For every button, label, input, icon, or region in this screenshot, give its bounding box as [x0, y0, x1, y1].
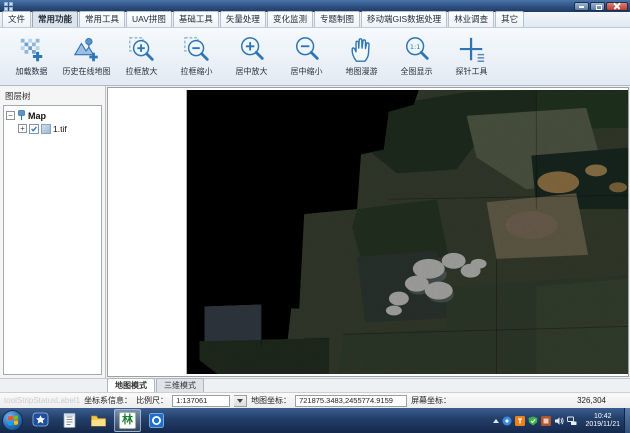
- status-placeholder-label: toolStripStatusLabel1: [4, 396, 80, 405]
- windows-taskbar: 林 10:42 2019/11/21: [0, 408, 630, 433]
- probe-tool-button[interactable]: 探针工具: [444, 31, 499, 83]
- taskbar-app-forestry-gis[interactable]: 林: [114, 409, 141, 432]
- tab-3d-mode[interactable]: 三维模式: [156, 378, 204, 392]
- main-area: 图层树 − Map + 1.tif: [0, 86, 630, 378]
- screen-coordinate-label: 屏幕坐标：: [411, 395, 451, 406]
- load-data-icon: [18, 36, 46, 64]
- status-bar: toolStripStatusLabel1 坐标系信息： 比例尺： 1:1370…: [0, 392, 630, 408]
- volume-icon[interactable]: [554, 416, 564, 426]
- center-zoom-in-button[interactable]: 居中放大: [224, 31, 279, 83]
- expand-toggle-icon[interactable]: +: [18, 124, 27, 133]
- menu-tab-file[interactable]: 文件: [2, 11, 31, 27]
- box-zoom-in-button[interactable]: 拉框放大: [114, 31, 169, 83]
- layer-panel-title: 图层树: [0, 86, 105, 105]
- menu-tab-thematic-mapping[interactable]: 专题制图: [314, 11, 360, 27]
- tab-map-mode[interactable]: 地图模式: [107, 378, 155, 392]
- scale-dropdown-arrow[interactable]: [234, 395, 247, 407]
- layer-item-label: 1.tif: [53, 124, 67, 134]
- center-zoom-out-button[interactable]: 居中缩小: [279, 31, 334, 83]
- box-zoom-out-button[interactable]: 拉框缩小: [169, 31, 224, 83]
- star-app-icon: [32, 412, 49, 429]
- windows-logo-icon: [8, 415, 18, 425]
- layer-root-label: Map: [28, 111, 46, 121]
- history-online-map-button[interactable]: 历史在线地图: [59, 31, 114, 83]
- toolbar-button-label: 居中放大: [236, 66, 268, 77]
- taskbar-app-explorer[interactable]: [85, 409, 112, 432]
- center-zoom-out-icon: [293, 36, 321, 64]
- taskbar-app-star[interactable]: [27, 409, 54, 432]
- box-zoom-in-icon: [128, 36, 156, 64]
- map-coordinate-label: 地图坐标：: [251, 395, 291, 406]
- notepad-app-icon: [61, 412, 78, 429]
- network-icon[interactable]: [567, 416, 577, 426]
- menu-tab-common-tools[interactable]: 常用工具: [79, 11, 125, 27]
- folder-icon: [90, 412, 107, 429]
- layer-tree-item[interactable]: + 1.tif: [6, 122, 99, 135]
- raster-layer-icon: [41, 124, 51, 134]
- layer-tree-root[interactable]: − Map: [6, 109, 99, 122]
- pan-hand-icon: [348, 36, 376, 64]
- taskbar-app-o[interactable]: [143, 409, 170, 432]
- toolbar-button-label: 加载数据: [16, 66, 48, 77]
- screen-coordinate-value: 326,304: [577, 396, 606, 405]
- map-coordinate-value: 721875.3483,2455774.9159: [295, 395, 407, 407]
- history-online-map-icon: [73, 36, 101, 64]
- start-button[interactable]: [2, 410, 23, 431]
- probe-tool-icon: [458, 36, 486, 64]
- scale-label: 比例尺：: [136, 395, 168, 406]
- map-canvas[interactable]: [107, 87, 629, 377]
- menu-tab-common-functions[interactable]: 常用功能: [32, 11, 78, 27]
- collapse-toggle-icon[interactable]: −: [6, 111, 15, 120]
- menu-tab-mobile-gis-data[interactable]: 移动端GIS数据处理: [361, 11, 447, 27]
- toolbar-button-label: 全图显示: [401, 66, 433, 77]
- toolbar-button-label: 居中缩小: [291, 66, 323, 77]
- menu-tab-forestry-survey[interactable]: 林业调查: [448, 11, 494, 27]
- app-window-icon: [4, 2, 13, 11]
- layer-visibility-checkbox[interactable]: [29, 124, 39, 134]
- ribbon-toolbar: 加载数据 历史在线地图 拉框放大: [0, 28, 630, 86]
- toolbar-button-label: 历史在线地图: [63, 66, 111, 77]
- full-extent-icon: 1:1: [403, 36, 431, 64]
- box-zoom-out-icon: [183, 36, 211, 64]
- satellite-imagery: [108, 88, 628, 376]
- minimize-button[interactable]: [574, 2, 589, 11]
- layer-panel: 图层树 − Map + 1.tif: [0, 86, 106, 378]
- show-desktop-button[interactable]: [624, 408, 630, 433]
- pan-map-button[interactable]: 地图漫游: [334, 31, 389, 83]
- full-extent-button[interactable]: 1:1 全图显示: [389, 31, 444, 83]
- clock-time: 10:42: [585, 413, 620, 421]
- menu-tab-vector-processing[interactable]: 矢量处理: [220, 11, 266, 27]
- system-tray: [493, 416, 577, 426]
- center-zoom-in-icon: [238, 36, 266, 64]
- tray-blue-app-icon[interactable]: [502, 416, 512, 426]
- view-mode-tab-bar: 地图模式 三维模式: [0, 378, 630, 392]
- layer-tree: − Map + 1.tif: [3, 105, 102, 375]
- menu-tab-uav-mosaic[interactable]: UAV拼图: [126, 11, 172, 27]
- crs-info-label: 坐标系信息：: [84, 395, 132, 406]
- map-pin-icon: [17, 110, 26, 121]
- close-button[interactable]: [606, 2, 628, 11]
- toolbar-button-label: 地图漫游: [346, 66, 378, 77]
- tray-red-app-icon[interactable]: [541, 416, 551, 426]
- menu-tab-other[interactable]: 其它: [495, 11, 524, 27]
- tray-green-shield-icon[interactable]: [528, 416, 538, 426]
- toolbar-button-label: 探针工具: [456, 66, 488, 77]
- forest-app-icon: 林: [119, 412, 136, 429]
- toolbar-button-label: 拉框放大: [126, 66, 158, 77]
- maximize-button[interactable]: [590, 2, 605, 11]
- o-app-icon: [148, 412, 165, 429]
- clock-date: 2019/11/21: [585, 421, 620, 429]
- scale-value-input[interactable]: 1:137061: [172, 395, 230, 407]
- svg-text:1:1: 1:1: [409, 43, 420, 51]
- toolbar-button-label: 拉框缩小: [181, 66, 213, 77]
- taskbar-app-notepad[interactable]: [56, 409, 83, 432]
- taskbar-clock[interactable]: 10:42 2019/11/21: [585, 413, 620, 429]
- show-hidden-icons-arrow[interactable]: [493, 419, 499, 423]
- menu-tab-change-monitoring[interactable]: 变化监测: [267, 11, 313, 27]
- menu-tab-bar: 文件 常用功能 常用工具 UAV拼图 基础工具 矢量处理 变化监测 专题制图 移…: [0, 12, 630, 28]
- app-window: 文件 常用功能 常用工具 UAV拼图 基础工具 矢量处理 变化监测 专题制图 移…: [0, 0, 630, 433]
- tray-orange-app-icon[interactable]: [515, 416, 525, 426]
- load-data-button[interactable]: 加载数据: [4, 31, 59, 83]
- menu-tab-basic-tools[interactable]: 基础工具: [173, 11, 219, 27]
